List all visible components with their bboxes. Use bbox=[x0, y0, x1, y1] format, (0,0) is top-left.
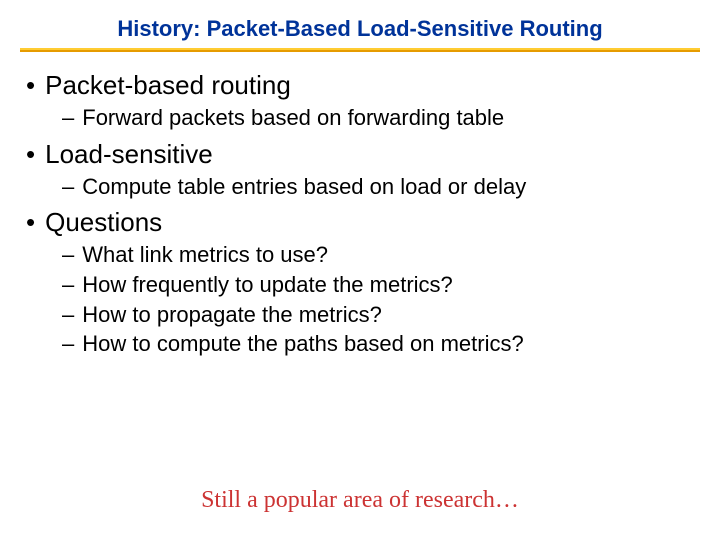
title-rule bbox=[20, 48, 700, 52]
sub-bullet-text: How to compute the paths based on metric… bbox=[82, 329, 523, 359]
slide-title: History: Packet-Based Load-Sensitive Rou… bbox=[20, 10, 700, 48]
bullet-text: Load-sensitive bbox=[45, 139, 213, 170]
sub-bullet-text: Compute table entries based on load or d… bbox=[82, 172, 526, 202]
sub-bullet-text: How to propagate the metrics? bbox=[82, 300, 382, 330]
dash-icon: – bbox=[62, 105, 74, 131]
dash-icon: – bbox=[62, 174, 74, 200]
list-item: – How frequently to update the metrics? bbox=[62, 270, 700, 300]
list-item: – How to propagate the metrics? bbox=[62, 300, 700, 330]
sub-bullet-text: Forward packets based on forwarding tabl… bbox=[82, 103, 504, 133]
dash-icon: – bbox=[62, 331, 74, 357]
list-item: – What link metrics to use? bbox=[62, 240, 700, 270]
slide: History: Packet-Based Load-Sensitive Rou… bbox=[0, 0, 720, 540]
dash-icon: – bbox=[62, 242, 74, 268]
footer-note: Still a popular area of research… bbox=[0, 487, 720, 514]
sub-bullet-text: What link metrics to use? bbox=[82, 240, 328, 270]
sub-list: – Compute table entries based on load or… bbox=[24, 172, 700, 202]
list-item: – How to compute the paths based on metr… bbox=[62, 329, 700, 359]
sub-bullet-text: How frequently to update the metrics? bbox=[82, 270, 453, 300]
dash-icon: – bbox=[62, 302, 74, 328]
bullet-row: • Load-sensitive bbox=[24, 139, 700, 170]
list-item: • Load-sensitive – Compute table entries… bbox=[24, 139, 700, 202]
bullet-row: • Packet-based routing bbox=[24, 70, 700, 101]
list-item: • Packet-based routing – Forward packets… bbox=[24, 70, 700, 133]
bullet-list: • Packet-based routing – Forward packets… bbox=[24, 70, 700, 359]
bullet-row: • Questions bbox=[24, 207, 700, 238]
bullet-text: Questions bbox=[45, 207, 162, 238]
sub-list: – Forward packets based on forwarding ta… bbox=[24, 103, 700, 133]
sub-list: – What link metrics to use? – How freque… bbox=[24, 240, 700, 359]
bullet-icon: • bbox=[24, 72, 35, 98]
list-item: – Forward packets based on forwarding ta… bbox=[62, 103, 700, 133]
dash-icon: – bbox=[62, 272, 74, 298]
slide-content: • Packet-based routing – Forward packets… bbox=[20, 70, 700, 359]
bullet-icon: • bbox=[24, 209, 35, 235]
list-item: • Questions – What link metrics to use? … bbox=[24, 207, 700, 359]
bullet-icon: • bbox=[24, 141, 35, 167]
list-item: – Compute table entries based on load or… bbox=[62, 172, 700, 202]
bullet-text: Packet-based routing bbox=[45, 70, 291, 101]
